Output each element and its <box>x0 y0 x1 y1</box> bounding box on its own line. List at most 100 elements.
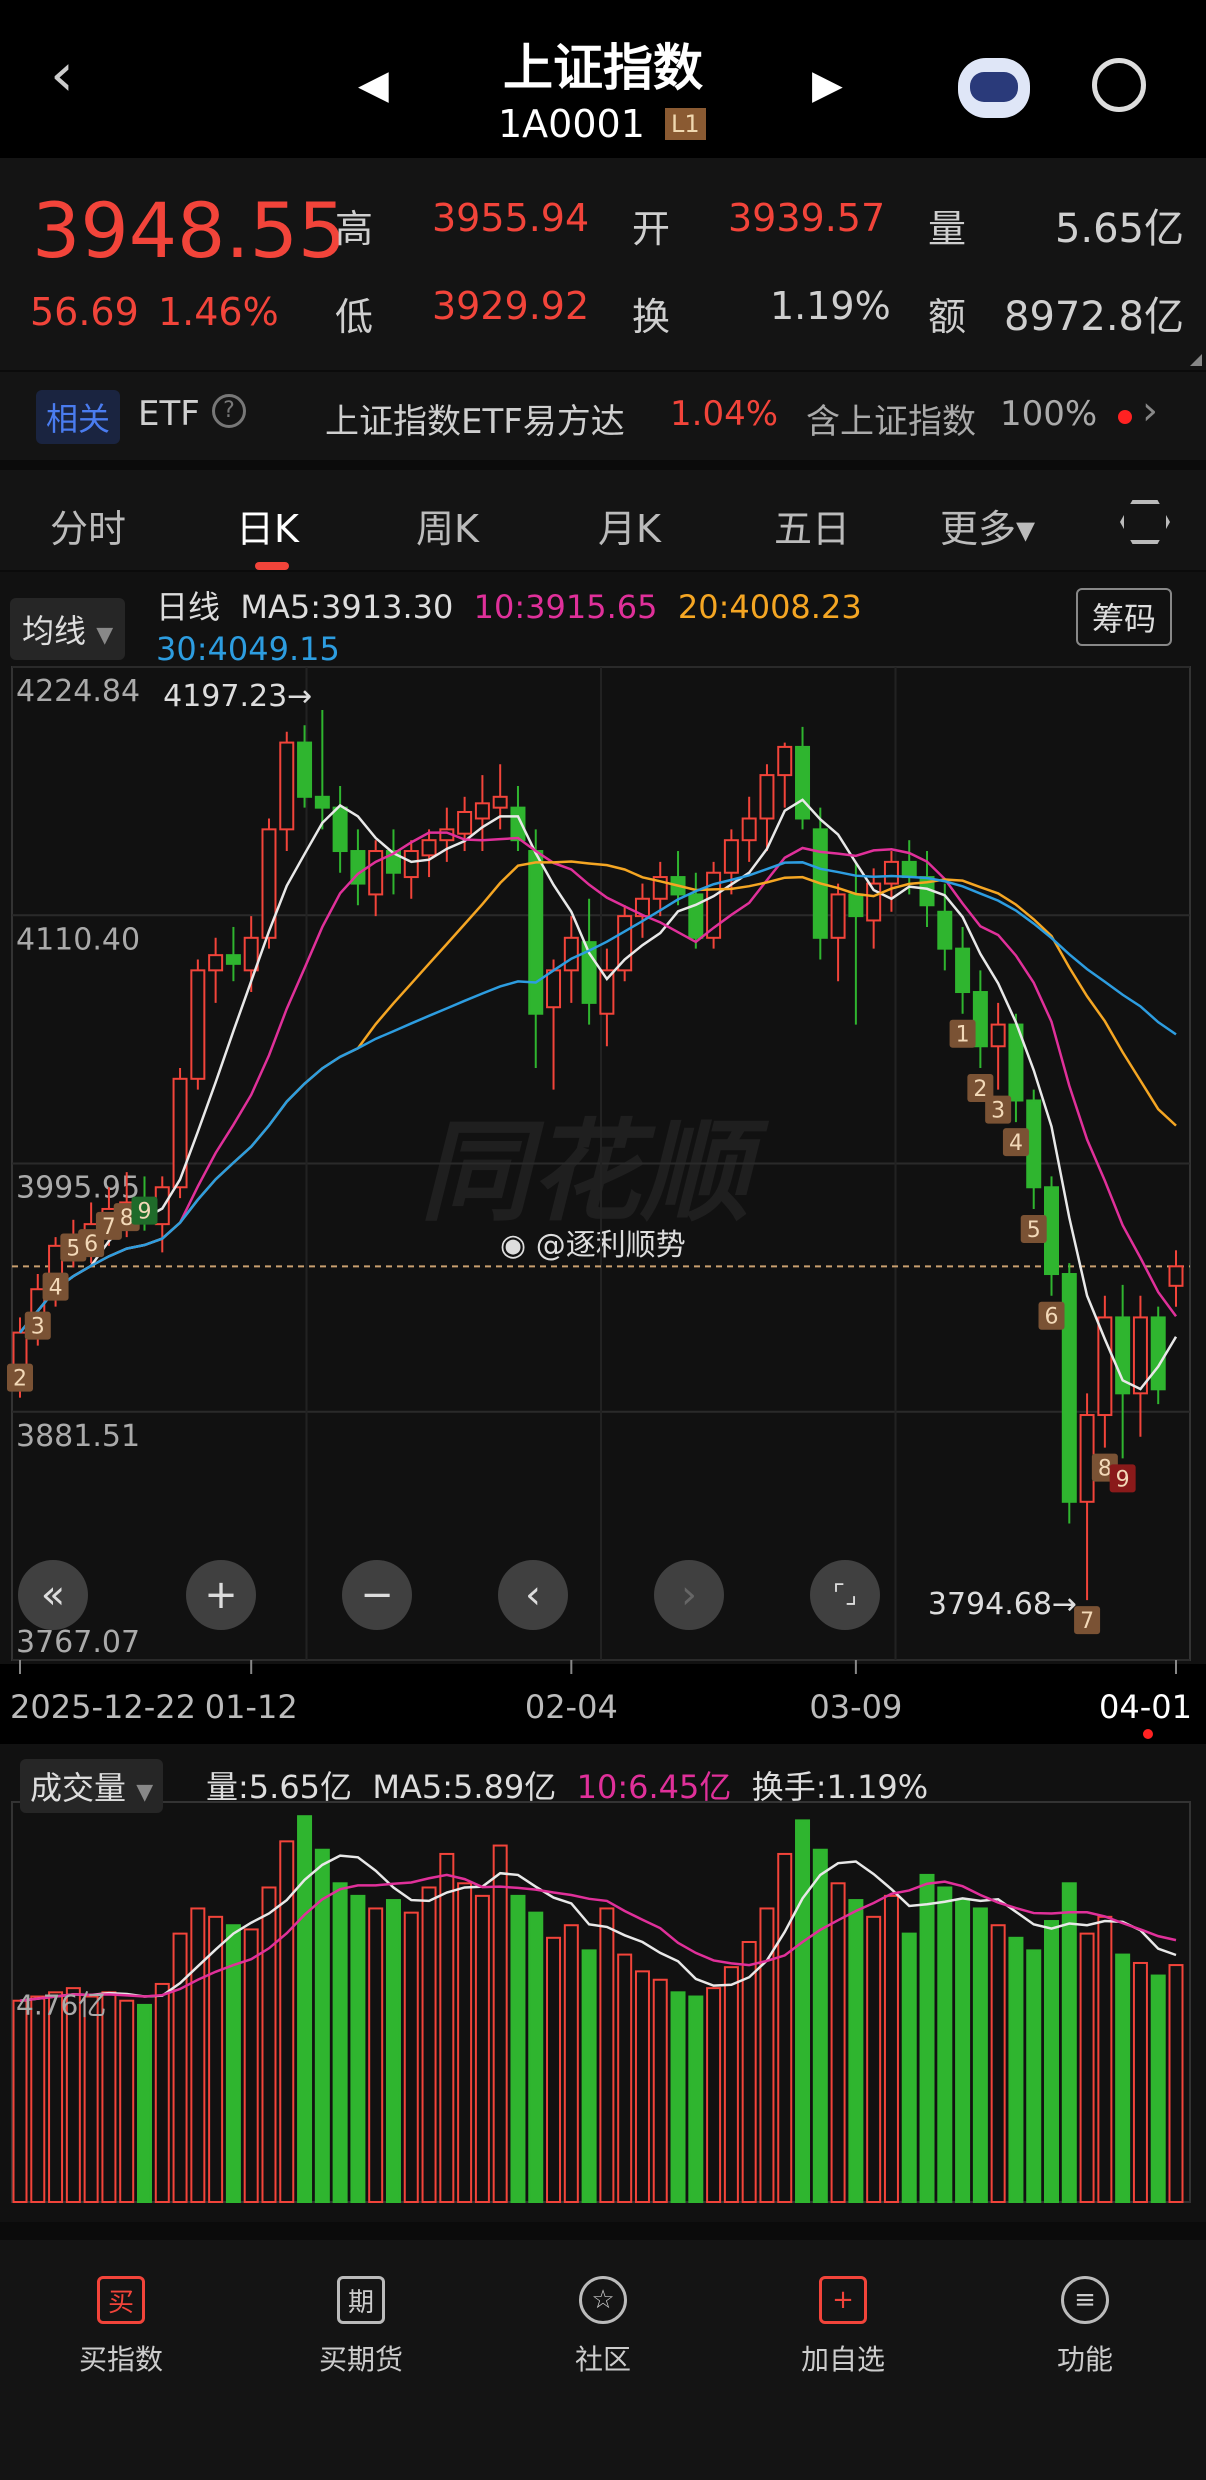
volume-bar <box>848 1899 864 2204</box>
volume-label: 量 <box>928 207 967 251</box>
volume-bar <box>403 1911 419 2203</box>
zoom-out-button[interactable]: − <box>342 1560 412 1630</box>
etf-name[interactable]: 上证指数ETF易方达 <box>325 394 625 443</box>
y-tick-label: 4224.84 <box>16 674 140 709</box>
nav-label: 买期货 <box>318 2343 403 2376</box>
candle-up <box>563 936 579 972</box>
volume-bar <box>919 1873 935 2203</box>
volume-bar <box>617 1953 633 2204</box>
scroll-right-button[interactable]: › <box>654 1560 724 1630</box>
candle-down <box>1026 1099 1042 1189</box>
help-icon[interactable]: ? <box>212 394 246 428</box>
nav-buy-futures[interactable]: 期买期货 <box>286 2276 436 2378</box>
candle-up <box>457 810 473 835</box>
ma10-line <box>19 831 1178 1334</box>
tab-weekly-k[interactable]: 周K <box>416 498 479 553</box>
x-tick-label: 04-01 <box>1099 1688 1192 1726</box>
quote-panel: 3948.55 56.69 1.46% 高 3955.94 低 3929.92 … <box>0 158 1206 370</box>
expand-corner-icon[interactable] <box>1190 354 1202 366</box>
volume-bar <box>652 1978 668 2204</box>
price-change: 56.69 <box>30 290 139 334</box>
volume-bar <box>101 1991 117 2204</box>
volume-bar <box>208 1915 224 2204</box>
nav-buy-index[interactable]: 买买指数 <box>46 2276 196 2378</box>
candle-up <box>403 850 419 879</box>
volume-bar <box>154 1982 170 2203</box>
volume-bar <box>48 1991 64 2204</box>
expand-icon: ⌜⌟ <box>832 1580 858 1610</box>
related-etf-bar[interactable]: 相关 ETF ? 上证指数ETF易方达 1.04% 含上证指数 100% › <box>0 372 1206 460</box>
next-stock-icon[interactable]: ▶ <box>812 62 843 108</box>
candle-up <box>990 1023 1006 1048</box>
etf-change: 1.04% <box>670 394 779 434</box>
zoom-in-button[interactable]: + <box>186 1560 256 1630</box>
candle-down <box>972 991 988 1048</box>
candle-down <box>225 954 241 965</box>
chevron-right-icon: › <box>681 1572 697 1618</box>
tab-intraday[interactable]: 分时 <box>50 498 126 553</box>
volume-bar <box>1079 1932 1095 2203</box>
volume-bar <box>901 1932 917 2203</box>
etf-weight: 100% <box>1000 394 1098 434</box>
candle-up <box>279 741 295 831</box>
volume-bar <box>439 1852 455 2203</box>
minus-icon: − <box>360 1572 394 1618</box>
tab-more[interactable]: 更多▾ <box>940 498 1035 553</box>
volume-selector-label: 成交量 <box>30 1769 127 1807</box>
double-chevron-left-icon: « <box>40 1572 66 1618</box>
candle-up <box>759 774 775 820</box>
volume-bar <box>190 1907 206 2204</box>
volume-bar <box>119 1999 135 2204</box>
td-mark-label: 2 <box>13 1367 27 1392</box>
nav-add-watchlist[interactable]: + 加自选 <box>768 2276 918 2378</box>
related-badge: 相关 <box>36 390 121 444</box>
search-icon[interactable] <box>1092 58 1146 112</box>
volume-bar <box>955 1899 971 2204</box>
td-mark-label: 6 <box>1045 1305 1059 1330</box>
robot-assistant-icon[interactable] <box>958 58 1030 118</box>
volume-bar <box>510 1894 526 2203</box>
x-tick-label: 03-09 <box>809 1688 902 1726</box>
volume-bar <box>581 1949 597 2203</box>
turnover-value: 1.19% <box>770 284 891 328</box>
volume-selector[interactable]: 成交量 ▼ <box>20 1759 164 1813</box>
volume-bar <box>368 1907 384 2204</box>
plus-icon: + <box>204 1572 238 1618</box>
volume-bar <box>866 1915 882 2204</box>
candle-down <box>332 806 348 853</box>
candle-up <box>421 839 437 857</box>
candle-up <box>172 1077 188 1189</box>
volume-bar <box>385 1899 401 2204</box>
volume-bar <box>421 1886 437 2204</box>
etf-contains-label: 含上证指数 <box>806 402 976 442</box>
settings-hexagon-icon[interactable] <box>1120 500 1170 544</box>
scroll-left-fast-button[interactable]: « <box>18 1560 88 1630</box>
etf-label: ETF <box>138 394 200 434</box>
volume-bar <box>1150 1974 1166 2203</box>
low-annotation: 3794.68→ <box>928 1587 1077 1622</box>
volume-bar <box>350 1894 366 2203</box>
volume-bar <box>1061 1882 1077 2203</box>
nav-community[interactable]: ☆ 社区 <box>528 2276 678 2378</box>
nav-functions[interactable]: ≡ 功能 <box>1010 2276 1160 2378</box>
volume-bar <box>1026 1949 1042 2203</box>
volume-bar <box>1168 1964 1184 2204</box>
kline-chart-section: 均线 ▼ 日线 MA5:3913.30 10:3915.65 20:4008.2… <box>0 572 1206 2222</box>
scroll-left-button[interactable]: ‹ <box>498 1560 568 1630</box>
candle-up <box>190 969 206 1080</box>
y-tick-label: 3995.95 <box>16 1171 140 1206</box>
fullscreen-button[interactable]: ⌜⌟ <box>810 1560 880 1630</box>
volume-bar <box>261 1886 277 2204</box>
tab-five-day[interactable]: 五日 <box>774 498 850 553</box>
tab-daily-k[interactable]: 日K <box>236 498 299 553</box>
candle-down <box>1044 1186 1060 1276</box>
td-mark-label: 3 <box>31 1315 45 1340</box>
volume-bar <box>297 1815 313 2204</box>
tab-monthly-k[interactable]: 月K <box>598 498 661 553</box>
nav-label: 功能 <box>1056 2343 1113 2376</box>
open-value: 3939.57 <box>728 196 886 240</box>
nav-label: 加自选 <box>800 2343 885 2376</box>
kline-svg[interactable]: 4224.844110.403995.953881.513767.072345 6… <box>0 572 1206 2222</box>
volume-bar <box>599 1907 615 2204</box>
chevron-right-icon[interactable]: › <box>1142 388 1158 434</box>
